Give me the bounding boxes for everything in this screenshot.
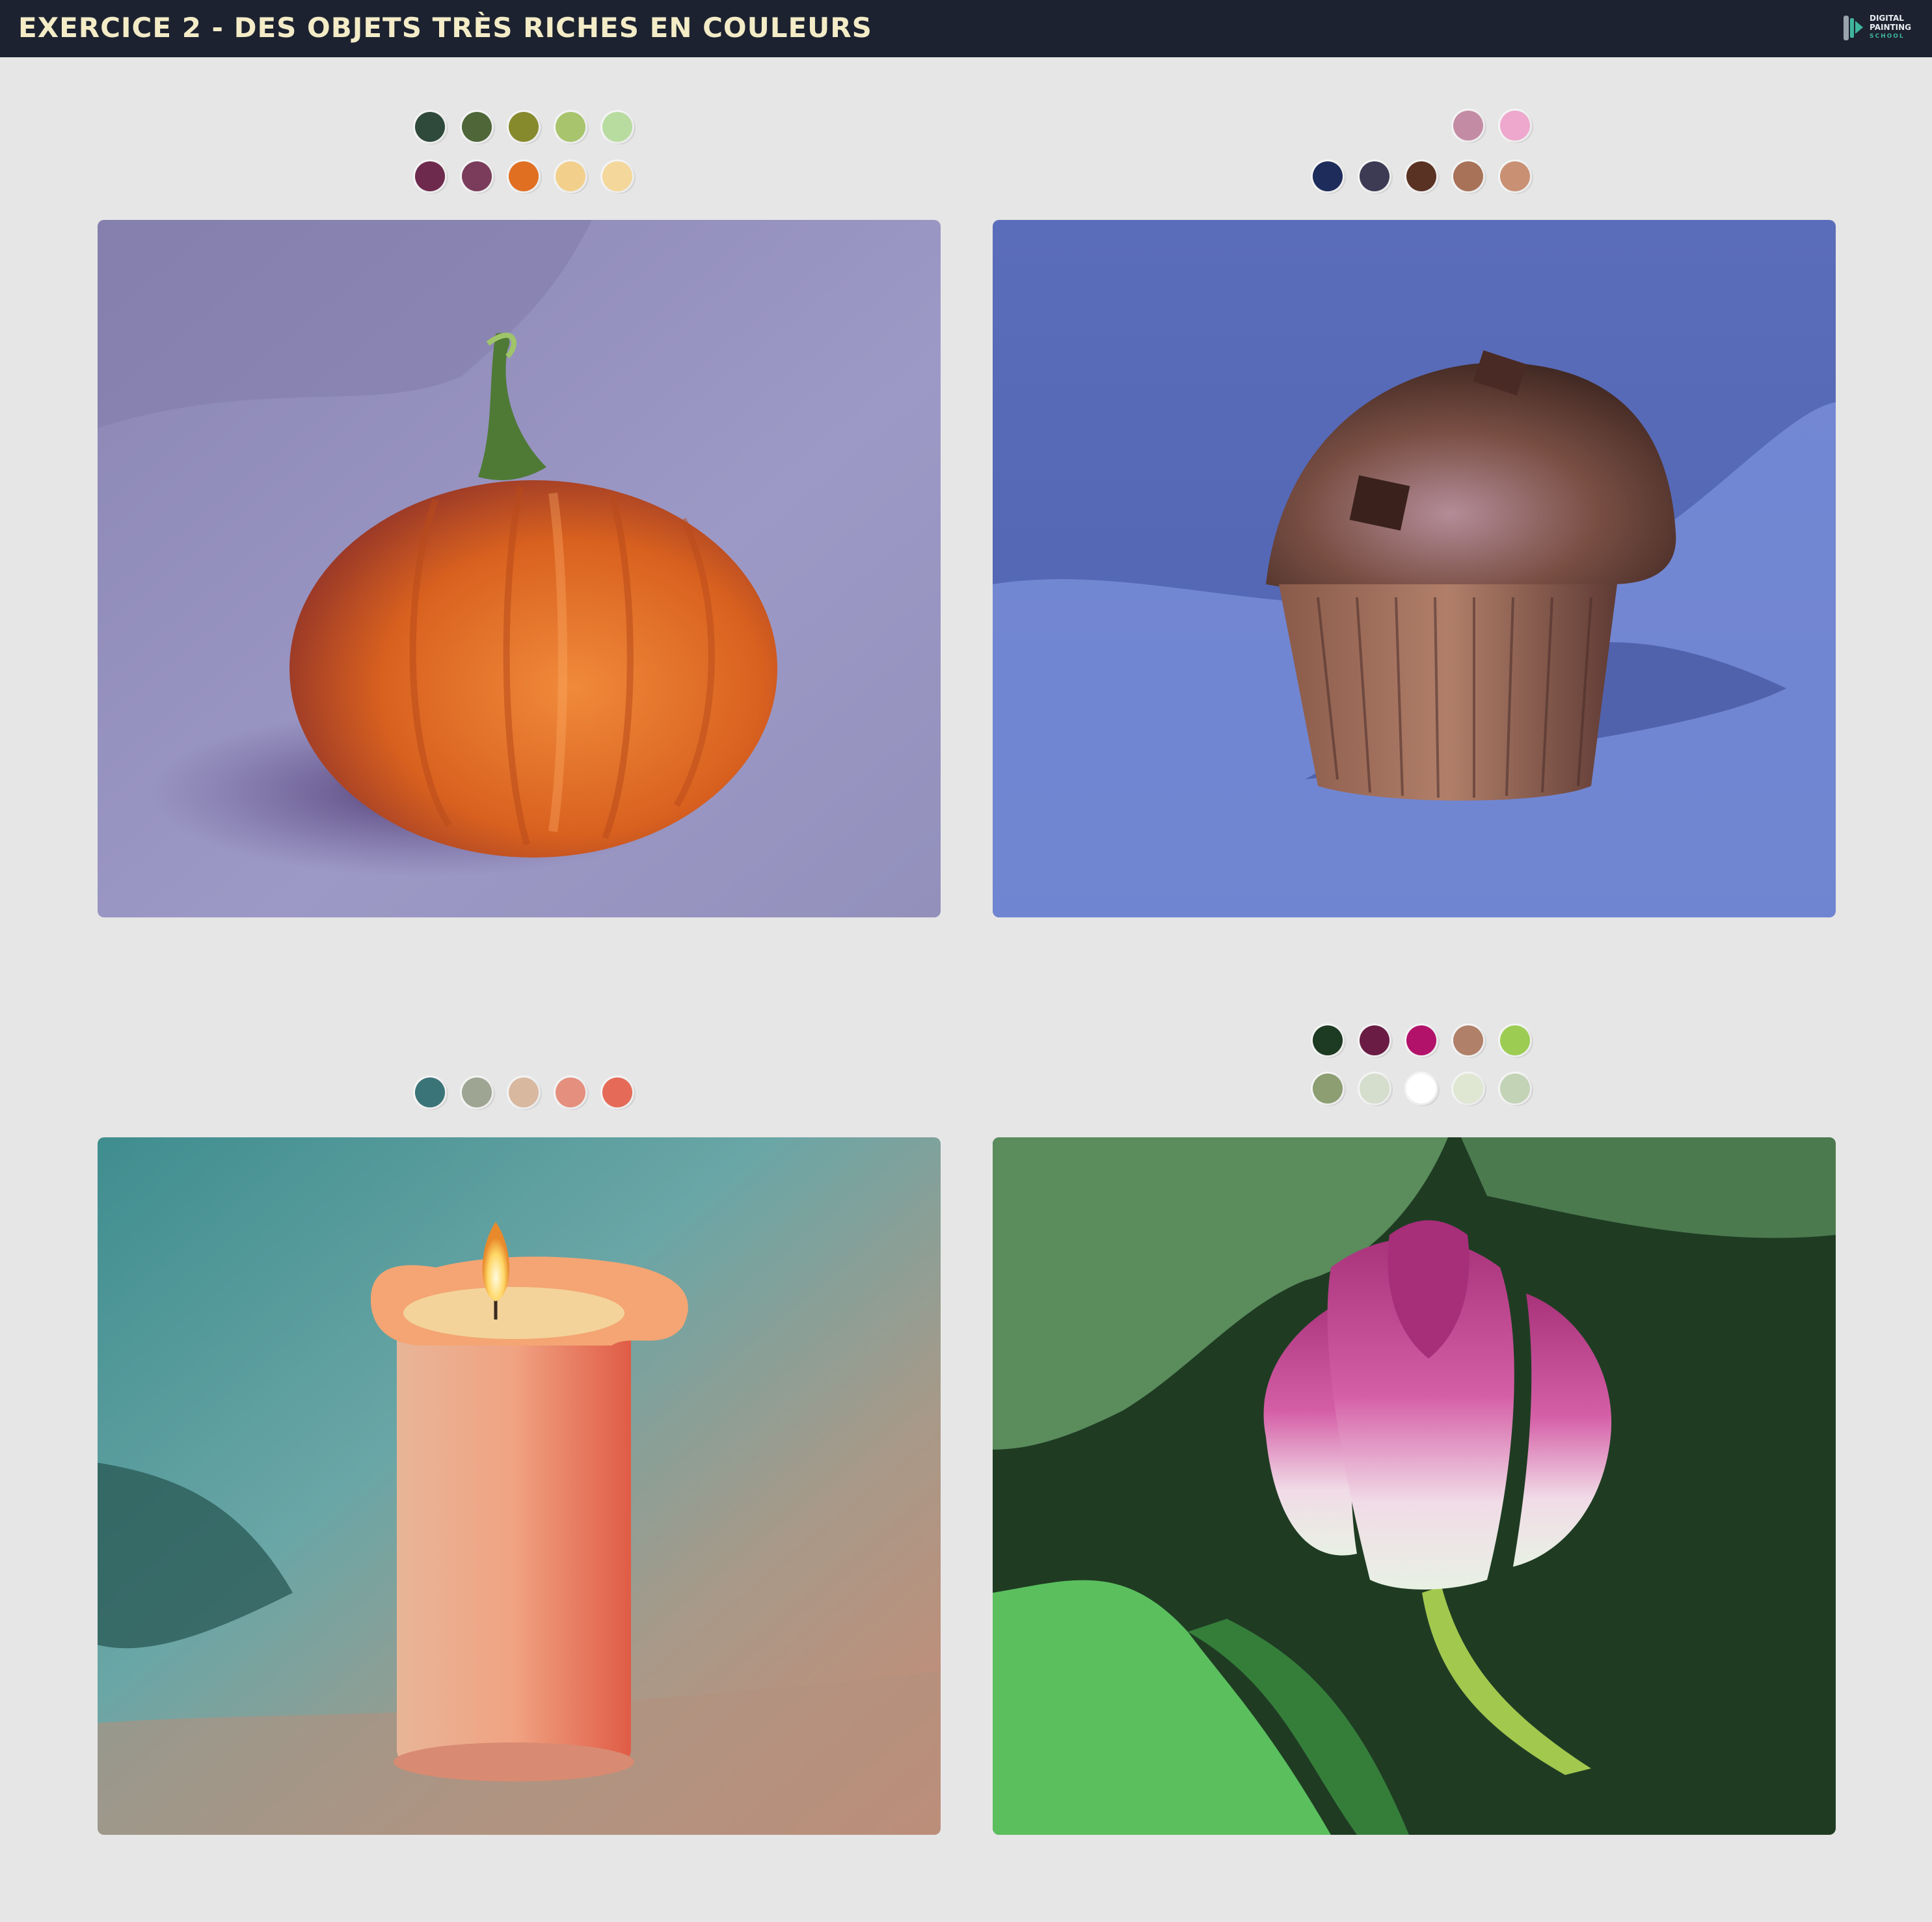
- color-swatch: [415, 1077, 445, 1107]
- color-swatch: [1360, 161, 1389, 191]
- color-swatch: [1500, 111, 1530, 141]
- color-swatch: [1453, 161, 1483, 191]
- color-swatch: [602, 1077, 632, 1107]
- muffin-painting: [993, 220, 1836, 917]
- header-bar: EXERCICE 2 - DES OBJETS TRÈS RICHES EN C…: [0, 0, 1932, 57]
- color-swatch: [462, 1077, 492, 1107]
- pumpkin-palette-row-1: [415, 112, 636, 143]
- logo-line-3: SCHOOL: [1870, 33, 1905, 40]
- pumpkin-palette-row-2: [415, 161, 636, 193]
- color-swatch: [509, 161, 539, 191]
- color-swatch: [602, 112, 632, 142]
- color-swatch: [462, 112, 492, 142]
- logo-line-2: PAINTING: [1870, 23, 1912, 32]
- color-swatch: [556, 161, 585, 191]
- color-swatch: [1313, 161, 1343, 191]
- color-swatch: [556, 1077, 585, 1107]
- brush-logo-icon: [1844, 16, 1863, 40]
- color-swatch: [556, 112, 585, 142]
- color-swatch: [1406, 1025, 1436, 1055]
- color-swatch: [1453, 111, 1483, 141]
- color-swatch: [415, 161, 445, 191]
- color-swatch: [509, 1077, 539, 1107]
- muffin-palette-row-2: [1313, 161, 1534, 193]
- color-swatch: [1453, 1025, 1483, 1055]
- candle-palette-row-1: [415, 1077, 636, 1109]
- color-swatch: [1453, 1074, 1483, 1103]
- color-swatch: [1500, 161, 1530, 191]
- muffin-palette-row-1: [1453, 111, 1538, 142]
- tulip-palette-row-2: [1313, 1074, 1534, 1105]
- color-swatch: [1500, 1074, 1530, 1103]
- color-swatch: [1313, 1025, 1343, 1055]
- tulip-palette-row-1: [1313, 1025, 1534, 1057]
- color-swatch: [1360, 1025, 1389, 1055]
- color-swatch: [1313, 1074, 1343, 1103]
- page-title: EXERCICE 2 - DES OBJETS TRÈS RICHES EN C…: [18, 12, 872, 44]
- logo: DIGITAL PAINTING SCHOOL: [1841, 12, 1919, 46]
- tulip-painting: [993, 1137, 1836, 1835]
- color-swatch: [1406, 161, 1436, 191]
- color-swatch: [415, 112, 445, 142]
- color-swatch: [1360, 1074, 1389, 1103]
- pumpkin-painting: [98, 220, 941, 917]
- color-swatch: [1500, 1025, 1530, 1055]
- candle-painting: [98, 1137, 941, 1835]
- color-swatch: [1406, 1074, 1436, 1103]
- color-swatch: [462, 161, 492, 191]
- color-swatch: [602, 161, 632, 191]
- color-swatch: [509, 112, 539, 142]
- logo-line-1: DIGITAL: [1870, 14, 1904, 23]
